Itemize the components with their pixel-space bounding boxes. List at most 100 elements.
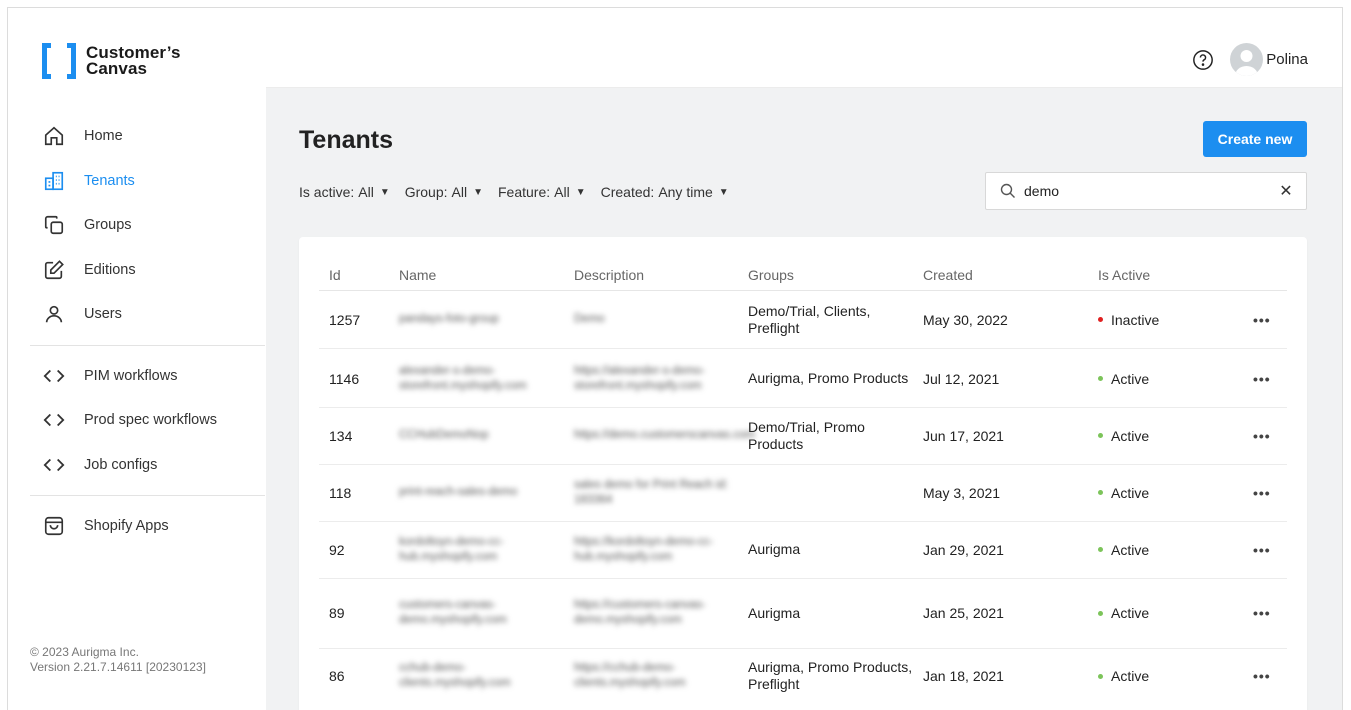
sidebar-item-groups[interactable]: Groups [8, 203, 265, 248]
more-actions-icon[interactable]: ••• [1253, 312, 1271, 328]
table-row[interactable]: 92 kordoltoyn-demo-cc-hub.myshopify.com ht… [319, 521, 1287, 579]
status-text: Active [1111, 605, 1150, 621]
status-text: Active [1111, 370, 1150, 387]
sidebar-item-job-configs[interactable]: Job configs [8, 443, 265, 488]
filter-label: Is active: [299, 184, 355, 200]
status-text: Active [1111, 541, 1150, 558]
table-row[interactable]: 1257 pandays-foto-group Demo Demo/Trial, Cl… [319, 291, 1287, 349]
filter-created[interactable]: Created: Any time ▼ [601, 184, 729, 200]
column-header-is-active[interactable]: Is Active [1098, 267, 1253, 283]
status-badge: Active [1098, 542, 1253, 558]
app-window: Customer’s Canvas Home Tenants Groups Ed… [7, 7, 1343, 710]
sidebar-item-prod-spec-workflows[interactable]: Prod spec workflows [8, 398, 265, 443]
sidebar-item-label: Groups [84, 217, 132, 234]
table-row[interactable]: 118 print-reach-sales-demo sales demo for … [319, 464, 1287, 522]
avatar[interactable] [1230, 43, 1263, 76]
status-dot-icon [1098, 547, 1103, 553]
more-actions-icon[interactable]: ••• [1253, 428, 1271, 444]
caret-down-icon: ▼ [379, 186, 390, 198]
cell-created: May 30, 2022 [923, 311, 1008, 328]
status-badge: Active [1098, 668, 1253, 684]
search-input[interactable]: demo [1024, 183, 1272, 199]
status-dot-icon [1098, 673, 1103, 679]
cell-description: sales demo for Print Reach id: 183364 [574, 478, 729, 506]
sidebar-item-shopify-apps[interactable]: Shopify Apps [8, 504, 265, 549]
cell-groups: Aurigma, Promo Products, Preflight [748, 659, 913, 692]
column-header-description[interactable]: Description [574, 267, 748, 283]
cell-id: 92 [329, 541, 345, 558]
user-name[interactable]: Polina [1266, 51, 1308, 68]
more-actions-icon[interactable]: ••• [1253, 485, 1271, 501]
tenants-table: Id Name Description Groups Created Is Ac… [299, 237, 1307, 710]
sidebar-item-users[interactable]: Users [8, 292, 265, 337]
cell-id: 118 [329, 484, 352, 501]
more-actions-icon[interactable]: ••• [1253, 605, 1271, 621]
column-header-groups[interactable]: Groups [748, 267, 923, 283]
cell-groups: Aurigma [748, 604, 801, 621]
status-text: Active [1111, 484, 1150, 501]
cell-description: https://cchub-demo-clients.myshopify.com [574, 662, 686, 689]
main-content: Tenants Create new Is active: All ▼ Grou… [266, 88, 1342, 710]
cell-description: https://demo.customerscanvas.com [574, 429, 755, 441]
table-row[interactable]: 89 customers-canvas-demo.myshopify.com htt… [319, 578, 1287, 649]
create-new-button[interactable]: Create new [1203, 121, 1307, 157]
filter-value: Any time [658, 184, 713, 200]
sidebar-item-pim-workflows[interactable]: PIM workflows [8, 354, 265, 399]
filter-label: Created: [600, 184, 655, 200]
filter-is-active[interactable]: Is active: All ▼ [299, 184, 390, 200]
clear-search-icon[interactable]: ✕ [1272, 181, 1300, 201]
logo[interactable]: Customer’s Canvas [42, 41, 181, 81]
edit-icon [42, 258, 66, 282]
status-badge: Active [1098, 605, 1253, 621]
filter-bar: Is active: All ▼ Group: All ▼ Feature: A… [299, 184, 744, 200]
table-row[interactable]: 1146 alexander-s-demo-storefront.myshopif… [319, 350, 1287, 408]
filter-feature[interactable]: Feature: All ▼ [498, 184, 586, 200]
table-row[interactable]: 134 CCHubDemoNop https://demo.customerscan… [319, 407, 1287, 465]
cell-name: pandays-foto-group [399, 313, 499, 325]
home-icon [42, 124, 66, 148]
cell-id: 89 [329, 605, 345, 621]
status-dot-icon [1098, 376, 1103, 382]
column-header-name[interactable]: Name [399, 267, 574, 283]
sidebar-item-label: Prod spec workflows [84, 412, 217, 429]
status-badge: Active [1098, 428, 1253, 444]
more-actions-icon[interactable]: ••• [1253, 542, 1271, 558]
sidebar-item-editions[interactable]: Editions [8, 248, 265, 293]
cell-created: Jan 18, 2021 [923, 668, 1004, 684]
copyright-text: © 2023 Aurigma Inc. [30, 645, 139, 659]
sidebar-item-label: Editions [84, 261, 136, 278]
sidebar-item-tenants[interactable]: Tenants [8, 159, 265, 204]
status-dot-icon [1098, 317, 1103, 323]
more-actions-icon[interactable]: ••• [1253, 371, 1271, 387]
filter-value: All [358, 184, 374, 200]
sidebar-item-label: PIM workflows [84, 367, 178, 384]
top-header: Polina [266, 8, 1342, 88]
cell-groups: Aurigma [748, 541, 801, 557]
caret-down-icon: ▼ [718, 186, 729, 198]
column-header-created[interactable]: Created [923, 267, 1098, 283]
code-icon [42, 408, 66, 432]
help-icon[interactable] [1192, 49, 1214, 71]
sidebar-item-label: Tenants [84, 172, 135, 189]
sidebar-footer: © 2023 Aurigma Inc. Version 2.21.7.14611… [30, 645, 206, 675]
sidebar-item-home[interactable]: Home [8, 114, 265, 159]
groups-icon [42, 213, 66, 237]
table-row[interactable]: 86 cchub-demo-clients.myshopify.com https:… [319, 648, 1287, 704]
logo-text: Customer’s Canvas [86, 44, 181, 77]
filter-group[interactable]: Group: All ▼ [405, 184, 483, 200]
cell-created: Jun 17, 2021 [923, 427, 1004, 444]
cell-name: CCHubDemoNop [399, 429, 489, 441]
page-title: Tenants [299, 126, 393, 154]
caret-down-icon: ▼ [473, 186, 483, 198]
cell-groups: Demo/Trial, Promo Products [748, 418, 865, 452]
search-box[interactable]: demo ✕ [985, 172, 1307, 210]
filter-label: Group: [404, 184, 448, 200]
cell-name: alexander-s-demo-storefront.myshopify.co… [399, 364, 527, 392]
filter-value: All [451, 184, 468, 200]
cell-created: Jul 12, 2021 [923, 370, 1000, 387]
column-header-id[interactable]: Id [319, 267, 399, 283]
cell-groups: Aurigma, Promo Products [748, 370, 909, 386]
cell-name: cchub-demo-clients.myshopify.com [399, 662, 511, 689]
cell-description: https://kordoltoyn-demo-cc-hub.myshopify… [574, 535, 714, 563]
more-actions-icon[interactable]: ••• [1253, 668, 1271, 684]
